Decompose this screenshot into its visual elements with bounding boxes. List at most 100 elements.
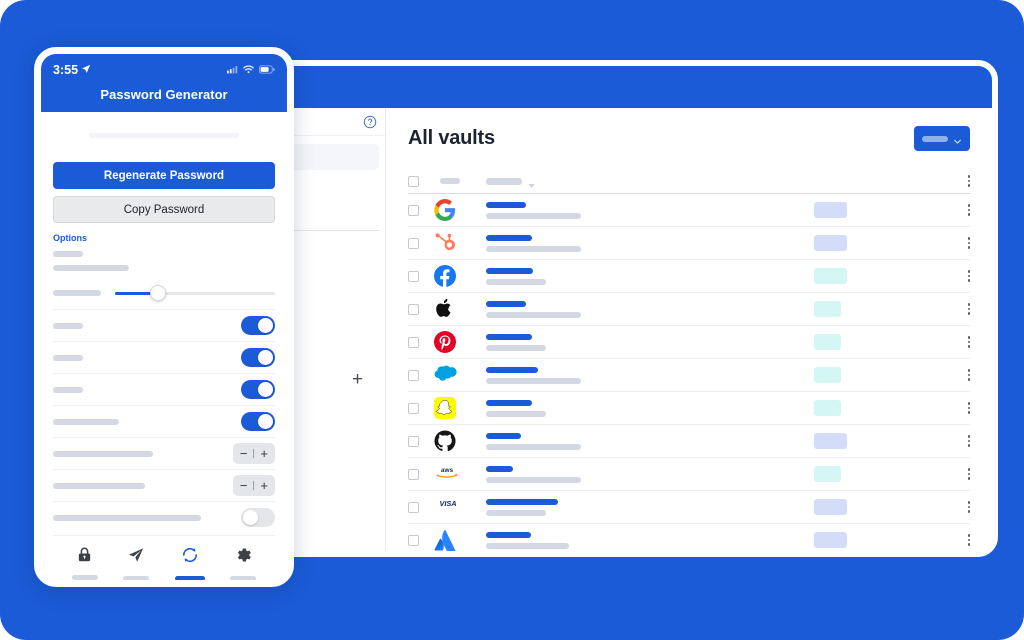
stepper-plus-button[interactable]: + [260,479,268,492]
copy-password-button[interactable]: Copy Password [53,196,275,223]
kebab-menu-icon[interactable] [967,468,970,480]
option-uppercase-toggle[interactable] [241,316,275,335]
option-length-row[interactable] [53,277,275,309]
kebab-menu-icon[interactable] [967,501,970,513]
nav-vault[interactable] [71,546,98,580]
desktop-window: + All vaults aws VISA [258,60,998,557]
nav-send[interactable] [123,546,150,580]
nav-generator[interactable] [174,546,205,580]
kebab-menu-icon[interactable] [967,534,970,546]
option-symbols-row[interactable] [53,405,275,437]
header-menu-cell[interactable] [944,175,970,187]
kebab-menu-icon[interactable] [967,435,970,447]
row-menu-cell[interactable] [944,336,970,348]
option-min-numbers-row[interactable]: − + [53,437,275,469]
kebab-menu-icon[interactable] [967,237,970,249]
checkbox-icon[interactable] [408,501,419,513]
checkbox-icon[interactable] [408,270,419,282]
option-symbols-toggle[interactable] [241,412,275,431]
stepper-minus-button[interactable]: − [240,479,248,492]
row-menu-cell[interactable] [944,402,970,414]
row-menu-cell[interactable] [944,237,970,249]
header-col-name[interactable] [486,177,814,187]
row-checkbox-cell[interactable] [408,237,434,249]
row-checkbox-cell[interactable] [408,468,434,480]
row-checkbox-cell[interactable] [408,270,434,282]
row-title-skeleton [486,465,513,472]
table-row[interactable]: aws [408,458,970,491]
row-checkbox-cell[interactable] [408,501,434,513]
row-badge-cell [814,334,944,350]
checkbox-icon[interactable] [408,534,419,546]
row-menu-cell[interactable] [944,435,970,447]
table-row[interactable] [408,260,970,293]
table-row[interactable] [408,293,970,326]
row-checkbox-cell[interactable] [408,369,434,381]
kebab-menu-icon[interactable] [967,270,970,282]
table-row[interactable]: VISA [408,491,970,524]
kebab-menu-icon[interactable] [967,303,970,315]
kebab-menu-icon[interactable] [967,402,970,414]
checkbox-icon[interactable] [408,204,419,216]
option-lowercase-toggle[interactable] [241,348,275,367]
option-subtext-skeleton [53,265,129,271]
nav-label-skeleton [174,576,205,580]
checkbox-icon[interactable] [408,336,419,348]
option-min-symbols-row[interactable]: − + [53,469,275,501]
regenerate-password-button[interactable]: Regenerate Password [53,162,275,189]
kebab-menu-icon[interactable] [967,369,970,381]
row-checkbox-cell[interactable] [408,402,434,414]
row-menu-cell[interactable] [944,534,970,546]
row-checkbox-cell[interactable] [408,336,434,348]
option-numbers-toggle[interactable] [241,380,275,399]
table-row[interactable] [408,194,970,227]
row-menu-cell[interactable] [944,501,970,513]
option-avoid-ambiguous-row[interactable] [53,501,275,533]
row-checkbox-cell[interactable] [408,303,434,315]
row-menu-cell[interactable] [944,303,970,315]
option-numbers-row[interactable] [53,373,275,405]
option-symbols-label-skeleton [53,418,119,425]
table-row[interactable] [408,359,970,392]
option-min-symbols-stepper[interactable]: − + [232,475,275,496]
row-checkbox-cell[interactable] [408,204,434,216]
kebab-menu-icon[interactable] [967,204,970,216]
row-menu-cell[interactable] [944,369,970,381]
row-menu-cell[interactable] [944,468,970,480]
row-checkbox-cell[interactable] [408,435,434,447]
table-row[interactable] [408,392,970,425]
plus-icon[interactable]: + [352,370,363,389]
stepper-minus-button[interactable]: − [240,447,248,460]
table-row[interactable] [408,227,970,260]
help-circle-icon[interactable] [363,115,377,129]
select-all-checkbox-cell[interactable] [408,175,434,187]
nav-settings[interactable] [230,546,257,580]
checkbox-icon[interactable] [408,435,419,447]
table-row[interactable] [408,524,970,551]
checkbox-icon[interactable] [408,303,419,315]
row-badge-cell [814,466,944,482]
checkbox-icon[interactable] [408,468,419,480]
option-uppercase-row[interactable] [53,309,275,341]
option-avoid-ambiguous-toggle[interactable] [241,508,275,527]
row-menu-cell[interactable] [944,204,970,216]
checkbox-icon[interactable] [408,175,419,187]
option-min-numbers-stepper[interactable]: − + [232,443,275,464]
option-length-slider[interactable] [115,285,275,301]
row-title-skeleton [486,432,521,439]
checkbox-icon[interactable] [408,402,419,414]
stepper-plus-button[interactable]: + [260,447,268,460]
checkbox-icon[interactable] [408,369,419,381]
kebab-menu-icon[interactable] [967,336,970,348]
vault-action-button[interactable] [914,126,970,151]
generated-password-field[interactable] [53,112,275,158]
kebab-menu-icon[interactable] [967,175,970,187]
status-time-group: 3:55 [53,63,91,77]
option-lowercase-row[interactable] [53,341,275,373]
row-checkbox-cell[interactable] [408,534,434,546]
table-row[interactable] [408,326,970,359]
row-menu-cell[interactable] [944,270,970,282]
table-row[interactable] [408,425,970,458]
checkbox-icon[interactable] [408,237,419,249]
slider-thumb[interactable] [150,285,167,301]
